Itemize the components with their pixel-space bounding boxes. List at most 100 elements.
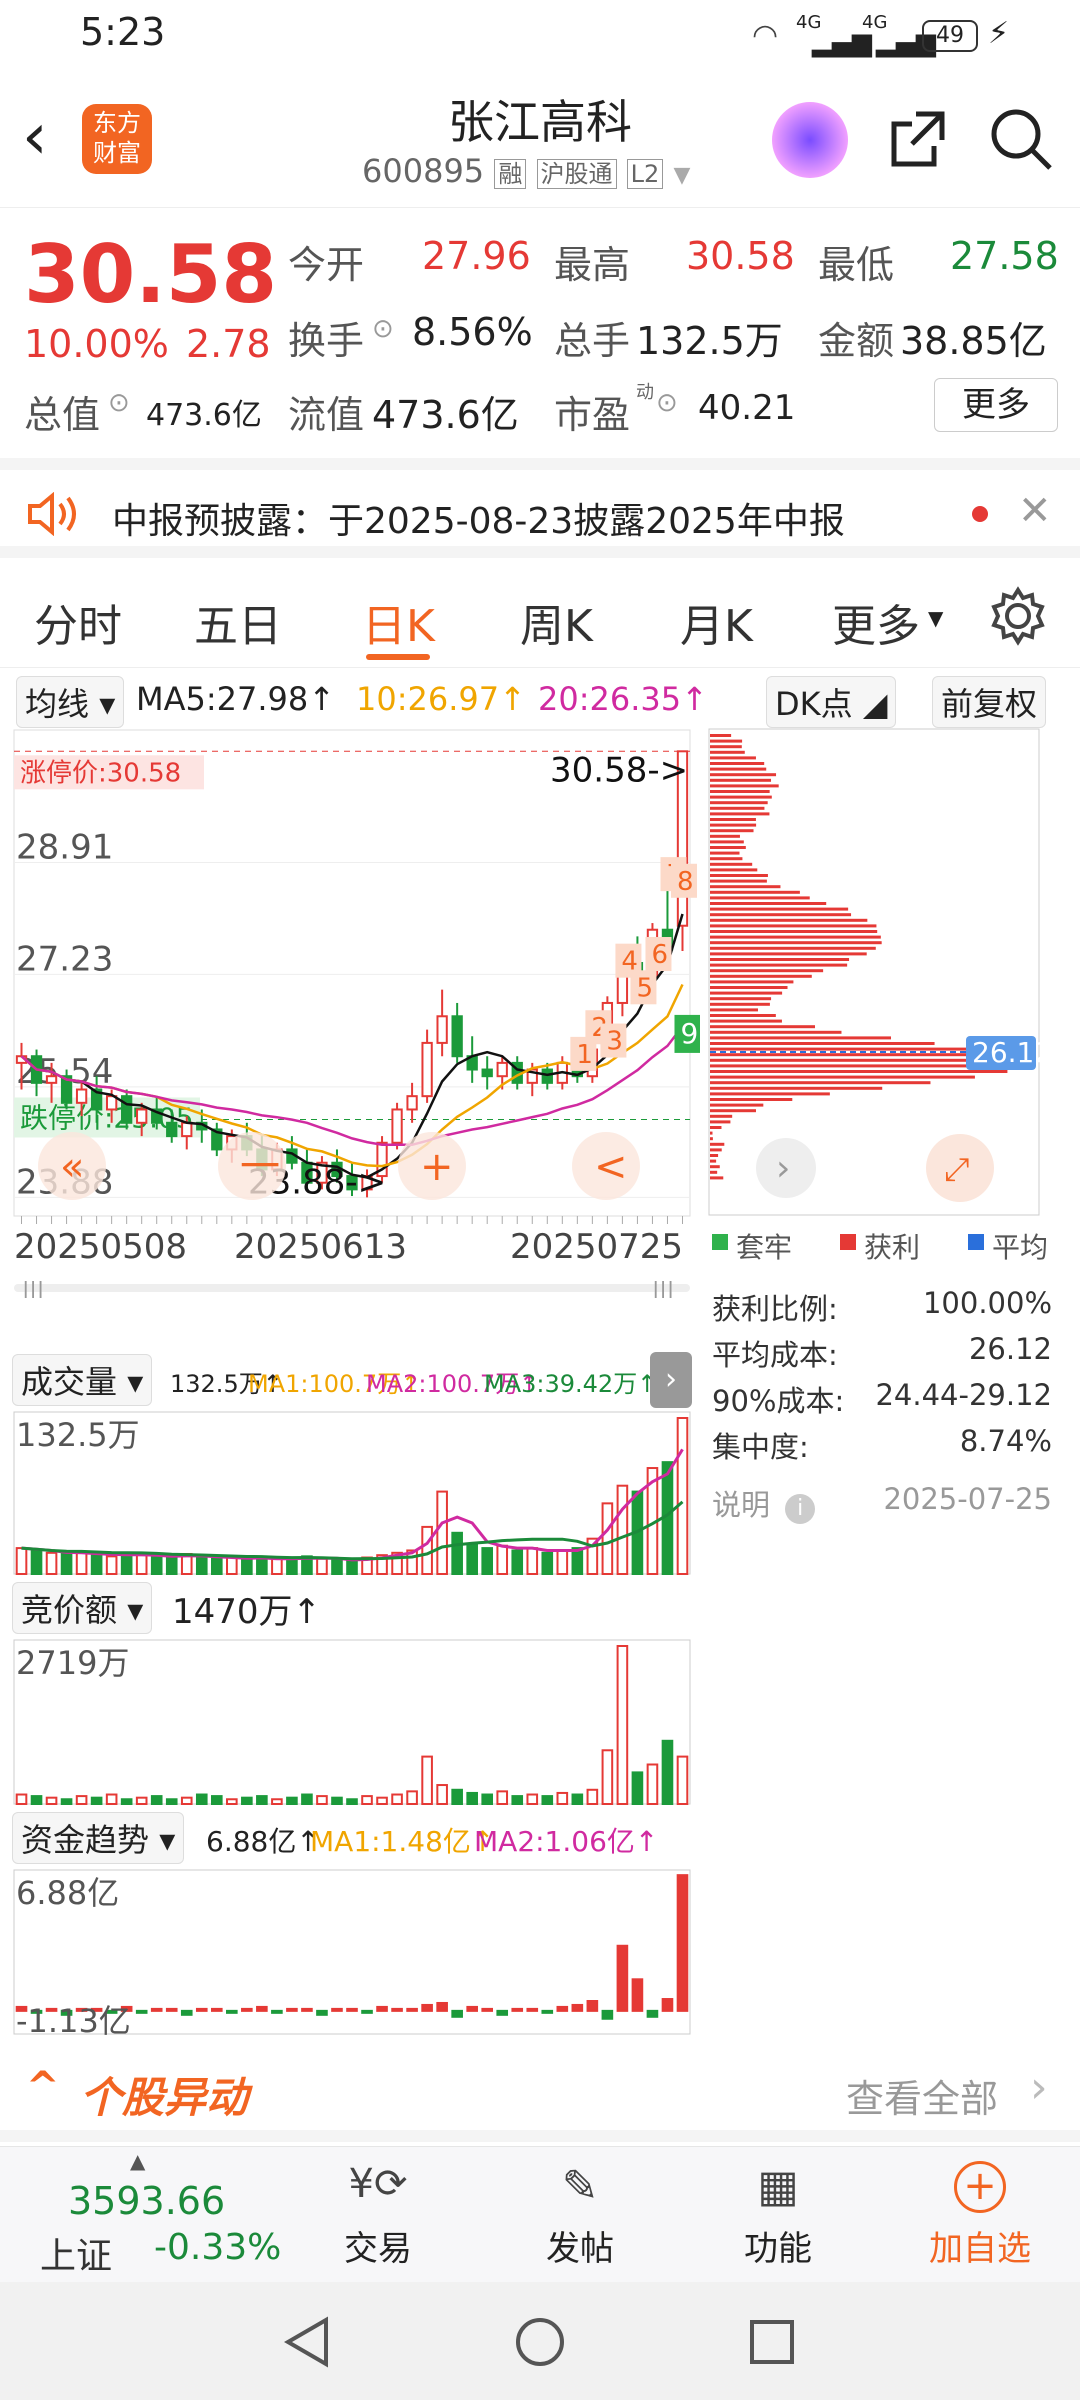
- fund-selector[interactable]: 资金趋势 ▾: [12, 1812, 184, 1864]
- chip-bar: [710, 952, 867, 955]
- auction-value: 1470万↑: [172, 1584, 321, 1633]
- tab-daily-k[interactable]: 日K: [362, 590, 435, 654]
- value-bar: [542, 2011, 552, 2013]
- nav-back-icon[interactable]: [280, 2314, 336, 2370]
- notice-bar[interactable]: 中报预披露：于2025-08-23披露2025年中报 ✕: [0, 458, 1080, 558]
- search-icon[interactable]: [988, 106, 1054, 172]
- chip-bar: [710, 751, 745, 754]
- value-bar: [152, 2009, 162, 2011]
- index-value[interactable]: 3593.66: [68, 2179, 225, 2223]
- speaker-icon: [26, 492, 84, 536]
- tab-more[interactable]: 更多: [832, 590, 920, 654]
- chip-bar: [710, 908, 848, 911]
- turnover-label: 换手: [288, 310, 364, 365]
- close-icon[interactable]: ✕: [1018, 488, 1052, 534]
- volume-selector[interactable]: 成交量 ▾: [12, 1354, 152, 1406]
- value-bar: [17, 1795, 27, 1804]
- candle-body: [137, 1109, 146, 1122]
- dk-selector[interactable]: DK点 ◢: [766, 676, 896, 728]
- nav-home-icon[interactable]: [512, 2314, 568, 2370]
- share-icon[interactable]: [886, 106, 950, 170]
- grid-icon: ▦: [730, 2161, 826, 2221]
- ma5-value: MA5:27.98↑: [136, 680, 335, 718]
- kline-chart[interactable]: 28.9127.2325.5423.88涨停价:30.58跌停价:25.0530…: [0, 728, 700, 1298]
- chip-bar: [710, 1098, 792, 1101]
- activity-section[interactable]: ^ 个股异动 查看全部 ›: [0, 2052, 1080, 2142]
- nav-recents-icon[interactable]: [744, 2314, 800, 2370]
- value-bar: [227, 1799, 237, 1804]
- open-value: 27.96: [422, 234, 531, 278]
- chip-bar: [710, 740, 742, 743]
- nav-prev-icon: «: [60, 1144, 84, 1190]
- x-date-label: 20250725: [510, 1227, 683, 1267]
- chip-bar: [710, 913, 851, 916]
- chip-bar: [710, 880, 767, 883]
- info-icon[interactable]: ⊙: [372, 314, 394, 344]
- chevron-down-icon[interactable]: ▼: [673, 163, 690, 188]
- value-bar: [62, 1554, 72, 1574]
- assistant-avatar[interactable]: [772, 102, 848, 178]
- y-tick-label: 27.23: [16, 939, 113, 979]
- value-bar: [242, 2009, 252, 2011]
- amount-value: 38.85亿: [900, 310, 1047, 365]
- value-bar: [182, 2011, 192, 2015]
- trade-button[interactable]: ¥⟳ 交易: [330, 2161, 426, 2270]
- high-label: 最高: [554, 234, 630, 289]
- info-icon-3[interactable]: ⊙: [656, 388, 678, 418]
- post-button[interactable]: ✎ 发帖: [532, 2161, 628, 2270]
- value-bar: [47, 1798, 57, 1804]
- expand-arrow-icon[interactable]: ›: [650, 1352, 692, 1408]
- chip-bar: [710, 1109, 756, 1112]
- chip-bar: [710, 1120, 730, 1123]
- value-bar: [377, 2007, 387, 2011]
- info-icon-2[interactable]: ⊙: [108, 388, 130, 418]
- chip-bar: [710, 824, 756, 827]
- settings-gear-icon[interactable]: [988, 586, 1048, 646]
- value-bar: [663, 1999, 673, 2011]
- chip-note-row: 说明 i 2025-07-25: [712, 1482, 1052, 1528]
- fq-selector[interactable]: 前复权: [932, 676, 1046, 728]
- value-bar: [197, 1795, 207, 1804]
- value-bar: [227, 2011, 237, 2013]
- auction-selector[interactable]: 竞价额 ▾: [12, 1582, 152, 1634]
- tab-monthly-k[interactable]: 月K: [680, 590, 753, 654]
- scroll-handle-right: |||: [652, 1279, 674, 1298]
- value-bar: [603, 1503, 613, 1574]
- chip-bar: [710, 1076, 975, 1079]
- value-bar: [92, 1798, 102, 1804]
- chip-bar: [710, 734, 731, 737]
- value-bar: [452, 1790, 462, 1804]
- value-bar: [497, 1546, 507, 1574]
- tab-intraday[interactable]: 分时: [34, 590, 122, 654]
- more-button[interactable]: 更多: [934, 378, 1058, 432]
- value-bar: [467, 1793, 477, 1804]
- chip-date: 2025-07-25: [883, 1482, 1052, 1516]
- add-watchlist-button[interactable]: + 加自选: [920, 2161, 1040, 2270]
- candle-body: [422, 1043, 431, 1096]
- pct-change: 10.00%: [24, 322, 169, 366]
- tab-weekly-k[interactable]: 周K: [520, 590, 593, 654]
- chip-note[interactable]: 说明: [712, 1488, 770, 1522]
- tab-five-day[interactable]: 五日: [194, 590, 282, 654]
- value-bar: [527, 2009, 537, 2011]
- expand-icon: ⤢: [944, 1150, 970, 1188]
- auction-chart: 2719万: [0, 1638, 700, 1806]
- info-icon-4[interactable]: i: [785, 1494, 815, 1524]
- chip-bar: [710, 812, 769, 815]
- zoom-in-icon: +: [420, 1144, 454, 1190]
- chip-bar: [710, 1104, 763, 1107]
- index-name[interactable]: 上证: [40, 2227, 112, 2279]
- value-bar: [17, 1548, 27, 1574]
- chip-bar: [710, 997, 771, 1000]
- badge-connect: 沪股通: [537, 159, 617, 189]
- chip-bar: [710, 768, 766, 771]
- function-button[interactable]: ▦ 功能: [730, 2161, 826, 2270]
- header: ‹ 东方 财富 张江高科 600895 融 沪股通 L2 ▼: [0, 72, 1080, 208]
- index-pct[interactable]: -0.33%: [154, 2227, 281, 2268]
- ma-selector[interactable]: 均线 ▾: [16, 676, 124, 728]
- chip-bar: [710, 924, 876, 927]
- chip-bar: [710, 1143, 724, 1146]
- value-bar: [633, 1772, 643, 1804]
- candle-body: [182, 1123, 191, 1136]
- view-all-link[interactable]: 查看全部: [846, 2068, 998, 2123]
